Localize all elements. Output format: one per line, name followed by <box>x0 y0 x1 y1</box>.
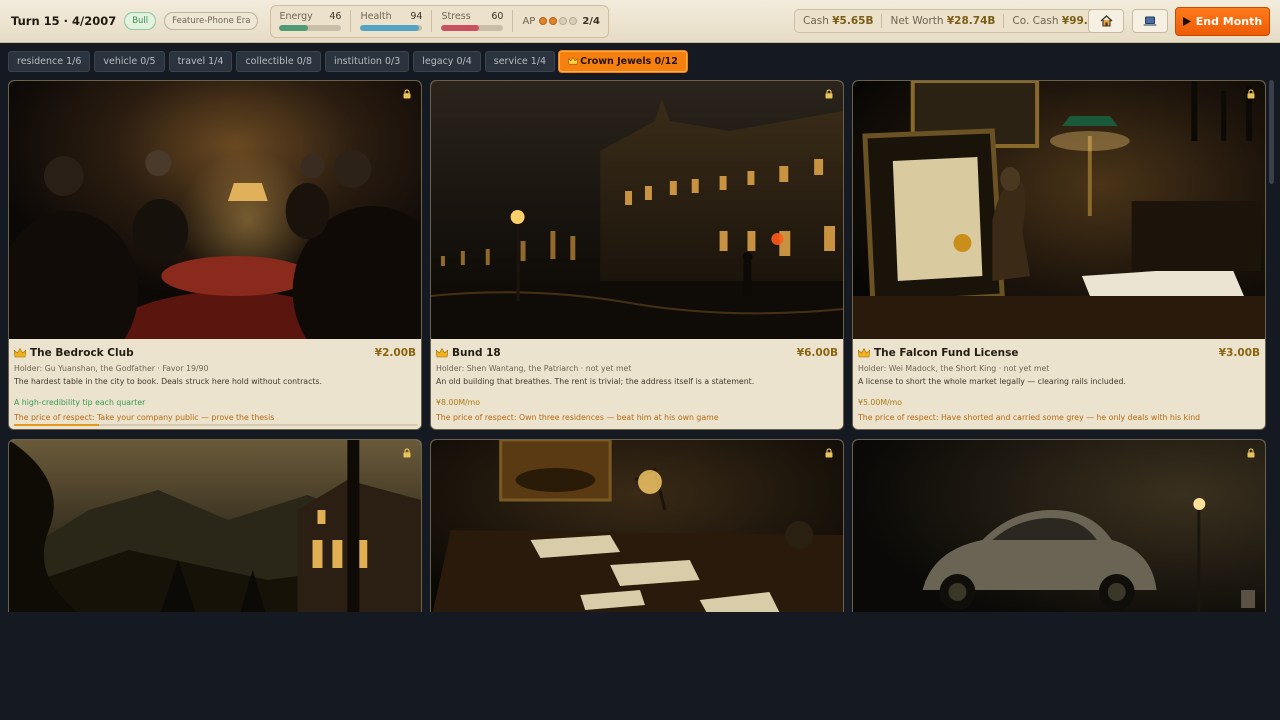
tab-service[interactable]: service 1/4 <box>484 51 556 72</box>
finance-summary: Cash ¥5.65B Net Worth ¥28.74B Co. Cash ¥… <box>794 9 1122 33</box>
lock-icon <box>825 89 833 99</box>
ap-label: AP <box>522 15 536 27</box>
ap-count: 2/4 <box>582 15 600 27</box>
item-card[interactable] <box>8 439 422 619</box>
networth-label: Net Worth <box>890 15 944 27</box>
energy-label: Energy <box>279 11 313 22</box>
end-month-label: End Month <box>1195 15 1263 28</box>
card-description: A license to short the whole market lega… <box>858 377 1126 386</box>
home-icon <box>1100 15 1112 27</box>
card-respect-requirement: The price of respect: Take your company … <box>14 413 275 422</box>
ap-dot <box>569 17 578 25</box>
tab-travel[interactable]: travel 1/4 <box>168 51 233 72</box>
ap-dot <box>549 17 558 25</box>
card-price: ¥3.00B <box>1218 346 1260 359</box>
player-stats: Energy 46 Health 94 Stress 60 AP 2/4 <box>270 4 609 38</box>
market-badge: Bull <box>124 12 157 30</box>
crown-icon <box>436 347 448 357</box>
card-perk: ¥8.00M/mo <box>436 398 481 407</box>
card-image-bedrock-club <box>9 81 421 339</box>
item-card[interactable]: The Bedrock Club ¥2.00B Holder: Gu Yuans… <box>8 80 422 430</box>
tab-legacy[interactable]: legacy 0/4 <box>413 51 481 72</box>
card-info: The Falcon Fund License ¥3.00B Holder: W… <box>853 339 1265 429</box>
energy-value: 46 <box>329 11 342 22</box>
tab-vehicle[interactable]: vehicle 0/5 <box>94 51 165 72</box>
health-label: Health <box>360 11 392 22</box>
item-card[interactable]: The Falcon Fund License ¥3.00B Holder: W… <box>852 80 1266 430</box>
card-price: ¥2.00B <box>374 346 416 359</box>
lock-icon <box>1247 89 1255 99</box>
laptop-icon <box>1143 16 1157 26</box>
card-image-mountain-villa <box>9 440 421 619</box>
tab-crown-jewels[interactable]: Crown Jewels 0/12 <box>559 51 687 72</box>
card-image-vintage-car <box>853 440 1265 619</box>
card-respect-requirement: The price of respect: Own three residenc… <box>436 413 719 422</box>
card-perk: ¥5.00M/mo <box>858 398 903 407</box>
card-holder: Holder: Gu Yuanshan, the Godfather · Fav… <box>14 364 209 373</box>
category-tabs: residence 1/6 vehicle 0/5 travel 1/4 col… <box>8 51 687 72</box>
stress-bar-fill <box>441 25 479 31</box>
cash-label: Cash <box>803 15 829 27</box>
lock-icon <box>403 89 411 99</box>
card-holder: Holder: Wei Madock, the Short King · not… <box>858 364 1050 373</box>
end-month-button[interactable]: End Month <box>1175 7 1270 36</box>
scrollbar-thumb[interactable] <box>1269 80 1274 184</box>
card-price: ¥6.00B <box>796 346 838 359</box>
card-respect-requirement: The price of respect: Have shorted and c… <box>858 413 1201 422</box>
stress-value: 60 <box>491 11 504 22</box>
cash-value: ¥5.65B <box>832 15 874 27</box>
energy-bar-fill <box>279 25 308 31</box>
crown-icon <box>858 347 870 357</box>
ap-dot <box>559 17 568 25</box>
tab-institution[interactable]: institution 0/3 <box>325 51 410 72</box>
health-value: 94 <box>410 11 423 22</box>
play-icon <box>1182 17 1191 26</box>
health-bar-fill <box>360 25 419 31</box>
card-image-falcon-fund-license <box>853 81 1265 339</box>
health-stat: Health 94 <box>360 11 423 31</box>
item-card[interactable] <box>430 439 844 619</box>
card-info: The Bedrock Club ¥2.00B Holder: Gu Yuans… <box>9 339 421 429</box>
favor-progress-bar <box>14 424 418 426</box>
turn-indicator: Turn 15 · 4/2007 <box>11 14 117 28</box>
tab-residence[interactable]: residence 1/6 <box>8 51 91 72</box>
era-badge: Feature-Phone Era <box>164 12 259 30</box>
crown-icon <box>567 56 579 65</box>
health-bar <box>360 25 423 31</box>
stress-bar <box>441 25 504 31</box>
card-perk: A high-credibility tip each quarter <box>14 398 146 407</box>
home-button[interactable] <box>1088 9 1124 33</box>
crown-icon <box>14 347 26 357</box>
card-holder: Holder: Shen Wantang, the Patriarch · no… <box>436 364 632 373</box>
card-title: The Falcon Fund License <box>874 346 1019 359</box>
energy-stat: Energy 46 <box>279 11 342 31</box>
card-description: The hardest table in the city to book. D… <box>14 377 322 386</box>
action-points: AP 2/4 <box>522 16 599 27</box>
card-title: The Bedrock Club <box>30 346 134 359</box>
card-info: Bund 18 ¥6.00B Holder: Shen Wantang, the… <box>431 339 843 429</box>
lock-icon <box>825 448 833 458</box>
networth-value: ¥28.74B <box>946 15 996 27</box>
card-image-collectors-desk <box>431 440 843 619</box>
tab-crown-jewels-label: Crown Jewels 0/12 <box>580 56 678 67</box>
stress-stat: Stress 60 <box>441 11 504 31</box>
card-description: An old building that breathes. The rent … <box>436 377 755 386</box>
top-bar: Turn 15 · 4/2007 Bull Feature-Phone Era … <box>0 0 1280 43</box>
item-card[interactable] <box>852 439 1266 619</box>
favor-progress-fill <box>14 424 99 426</box>
tab-collectible[interactable]: collectible 0/8 <box>236 51 322 72</box>
card-title: Bund 18 <box>452 346 501 359</box>
stress-label: Stress <box>441 11 471 22</box>
empty-footer <box>0 612 1280 720</box>
card-image-bund-18 <box>431 81 843 339</box>
lock-icon <box>403 448 411 458</box>
energy-bar <box>279 25 342 31</box>
cocash-label: Co. Cash <box>1012 15 1059 27</box>
lock-icon <box>1247 448 1255 458</box>
item-card[interactable]: Bund 18 ¥6.00B Holder: Shen Wantang, the… <box>430 80 844 430</box>
ap-dot <box>539 17 548 25</box>
laptop-button[interactable] <box>1132 9 1168 33</box>
